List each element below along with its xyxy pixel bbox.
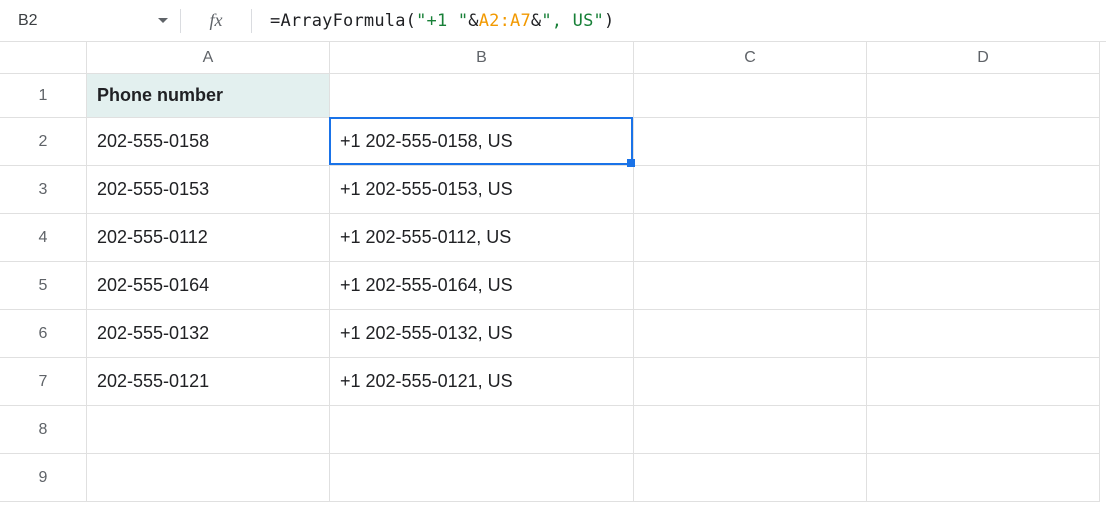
- cell-C1[interactable]: [634, 74, 867, 118]
- column-header-B[interactable]: B: [330, 42, 634, 74]
- row-header-3[interactable]: 3: [0, 166, 87, 214]
- row-header-1[interactable]: 1: [0, 74, 87, 118]
- row-header-6[interactable]: 6: [0, 310, 87, 358]
- column-header-A[interactable]: A: [87, 42, 330, 74]
- fx-icon: fx: [181, 0, 251, 41]
- column-header-C[interactable]: C: [634, 42, 867, 74]
- cell-A5[interactable]: 202-555-0164: [87, 262, 330, 310]
- cell-D6[interactable]: [867, 310, 1100, 358]
- row-header-8[interactable]: 8: [0, 406, 87, 454]
- cell-D4[interactable]: [867, 214, 1100, 262]
- cell-B5[interactable]: +1 202-555-0164, US: [330, 262, 634, 310]
- formula-token: ArrayFormula: [280, 11, 405, 31]
- cell-B4[interactable]: +1 202-555-0112, US: [330, 214, 634, 262]
- name-box-value: B2: [18, 12, 152, 30]
- cell-A1[interactable]: Phone number: [87, 74, 330, 118]
- chevron-down-icon: [158, 18, 168, 23]
- cell-A9[interactable]: [87, 454, 330, 502]
- cell-C5[interactable]: [634, 262, 867, 310]
- cell-C8[interactable]: [634, 406, 867, 454]
- cell-D9[interactable]: [867, 454, 1100, 502]
- row-header-9[interactable]: 9: [0, 454, 87, 502]
- cell-B7[interactable]: +1 202-555-0121, US: [330, 358, 634, 406]
- cell-C7[interactable]: [634, 358, 867, 406]
- cell-D3[interactable]: [867, 166, 1100, 214]
- cell-A6[interactable]: 202-555-0132: [87, 310, 330, 358]
- cell-B8[interactable]: [330, 406, 634, 454]
- cell-A8[interactable]: [87, 406, 330, 454]
- cell-C9[interactable]: [634, 454, 867, 502]
- cell-D2[interactable]: [867, 118, 1100, 166]
- cell-C4[interactable]: [634, 214, 867, 262]
- formula-token: ): [604, 11, 614, 31]
- row-header-5[interactable]: 5: [0, 262, 87, 310]
- formula-token: =: [270, 11, 280, 31]
- formula-token: &: [468, 11, 478, 31]
- formula-token: "+1 ": [416, 11, 468, 31]
- row-header-4[interactable]: 4: [0, 214, 87, 262]
- row-header-7[interactable]: 7: [0, 358, 87, 406]
- spreadsheet-grid: ABCD1Phone number2202-555-0158+1 202-555…: [0, 42, 1106, 502]
- cell-D5[interactable]: [867, 262, 1100, 310]
- cell-D8[interactable]: [867, 406, 1100, 454]
- cell-A3[interactable]: 202-555-0153: [87, 166, 330, 214]
- cell-A7[interactable]: 202-555-0121: [87, 358, 330, 406]
- cell-B9[interactable]: [330, 454, 634, 502]
- cell-A2[interactable]: 202-555-0158: [87, 118, 330, 166]
- cell-B1[interactable]: [330, 74, 634, 118]
- cell-B6[interactable]: +1 202-555-0132, US: [330, 310, 634, 358]
- cell-C2[interactable]: [634, 118, 867, 166]
- cell-B2[interactable]: +1 202-555-0158, US: [330, 118, 634, 166]
- formula-token: &: [531, 11, 541, 31]
- column-header-D[interactable]: D: [867, 42, 1100, 74]
- cell-C3[interactable]: [634, 166, 867, 214]
- cell-B3[interactable]: +1 202-555-0153, US: [330, 166, 634, 214]
- select-all-corner[interactable]: [0, 42, 87, 74]
- cell-D7[interactable]: [867, 358, 1100, 406]
- row-header-2[interactable]: 2: [0, 118, 87, 166]
- cell-D1[interactable]: [867, 74, 1100, 118]
- formula-bar: B2 fx =ArrayFormula("+1 "&A2:A7&", US"): [0, 0, 1106, 42]
- formula-token: (: [406, 11, 416, 31]
- cell-A4[interactable]: 202-555-0112: [87, 214, 330, 262]
- name-box[interactable]: B2: [0, 0, 180, 41]
- formula-token: A2:A7: [479, 11, 531, 31]
- cell-C6[interactable]: [634, 310, 867, 358]
- formula-token: ", US": [541, 11, 604, 31]
- formula-input[interactable]: =ArrayFormula("+1 "&A2:A7&", US"): [252, 0, 1106, 41]
